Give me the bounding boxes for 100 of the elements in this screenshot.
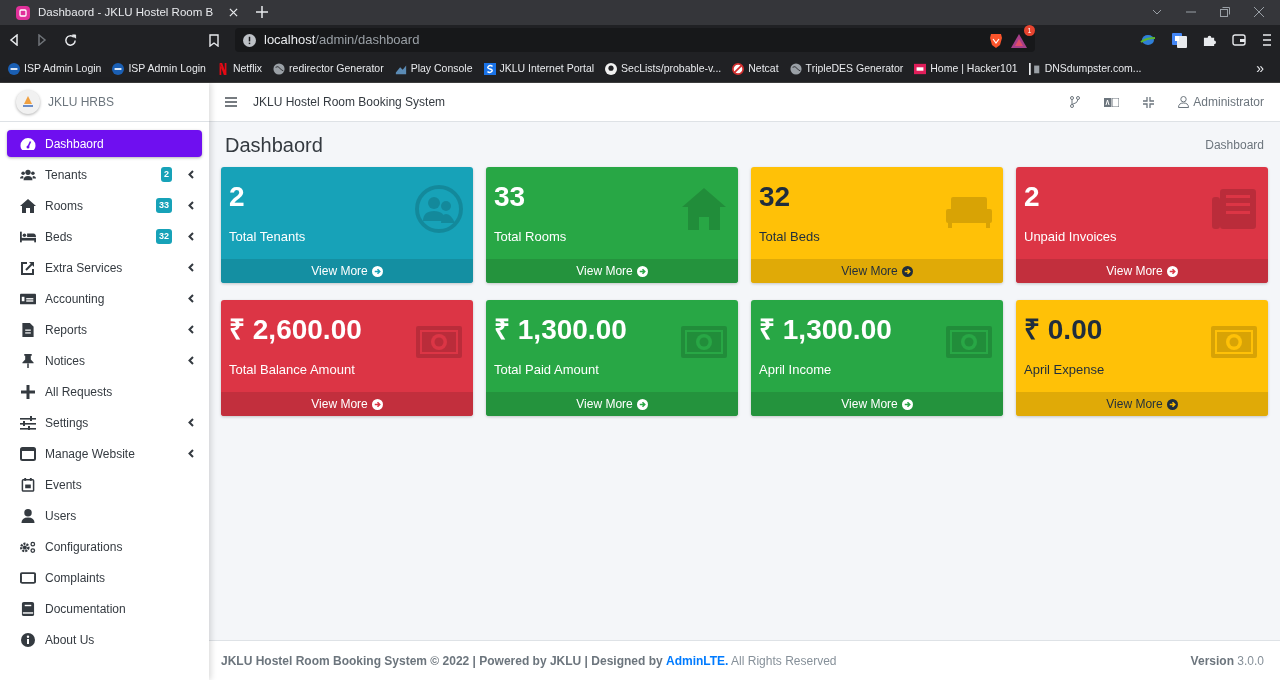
sidebar-item[interactable]: Manage Website <box>7 440 202 467</box>
stat-value: ₹ 1,300.00 <box>494 316 627 344</box>
sidebar-item[interactable]: Configurations <box>7 533 202 560</box>
document-icon[interactable] <box>1028 62 1041 75</box>
menu-icon[interactable] <box>225 97 237 107</box>
arrow-circle-icon <box>1166 398 1178 410</box>
view-more-link[interactable]: View More <box>221 259 473 283</box>
sidebar-item[interactable]: Events <box>7 471 202 498</box>
screen-icon <box>20 570 36 585</box>
more-bookmarks-button[interactable]: » <box>1256 58 1280 79</box>
reload-icon[interactable] <box>64 33 77 47</box>
bookmark-link[interactable]: TripleDES Generator <box>805 60 904 77</box>
page-title: Dashbaord <box>225 132 323 157</box>
arrow-circle-icon <box>371 265 383 277</box>
chevron-left-icon[interactable] <box>188 170 194 179</box>
view-more-link[interactable]: View More <box>751 259 1003 283</box>
sidebar-item[interactable]: Complaints <box>7 564 202 591</box>
forward-icon[interactable] <box>36 34 48 46</box>
calendar-icon <box>20 477 36 492</box>
chevron-left-icon[interactable] <box>188 325 194 334</box>
adminlte-link[interactable]: AdminLTE. <box>666 653 729 668</box>
view-more-link[interactable]: View More <box>221 392 473 416</box>
user-icon <box>20 508 36 523</box>
branch-icon[interactable] <box>1070 96 1081 108</box>
bookmark-link[interactable]: JKLU Internet Portal <box>499 60 595 77</box>
view-more-link[interactable]: View More <box>1016 392 1268 416</box>
favicon-icon <box>16 5 30 20</box>
sidebar-item[interactable]: All Requests <box>7 378 202 405</box>
sidebar-item[interactable]: Notices <box>7 347 202 374</box>
view-more-link[interactable]: View More <box>1016 259 1268 283</box>
restore-icon[interactable] <box>1220 7 1230 17</box>
stat-label: Total Beds <box>759 228 820 246</box>
sidebar-item[interactable]: Beds 32 <box>7 223 202 250</box>
bookmark-link[interactable]: ISP Admin Login <box>128 60 206 77</box>
bookmark-link[interactable]: Netcat <box>748 60 779 77</box>
stat-value: ₹ 1,300.00 <box>759 316 892 344</box>
stat-label: Total Tenants <box>229 228 306 246</box>
breadcrumb-item[interactable]: Dashboard <box>1205 135 1264 154</box>
no-entry-icon[interactable] <box>732 62 745 75</box>
arrow-circle-icon <box>901 265 913 277</box>
sidebar-item[interactable]: Tenants 2 <box>7 161 202 188</box>
circle-icon[interactable] <box>112 62 125 75</box>
square-icon[interactable] <box>483 62 496 75</box>
chevron-left-icon[interactable] <box>188 201 194 210</box>
chevron-left-icon[interactable] <box>188 449 194 458</box>
back-icon[interactable] <box>8 34 20 46</box>
square-icon[interactable] <box>914 62 927 75</box>
house-icon <box>680 185 728 233</box>
close-icon[interactable] <box>1254 7 1264 17</box>
arrow-circle-icon <box>901 398 913 410</box>
bookmark-icon[interactable] <box>209 33 219 47</box>
stat-value: ₹ 0.00 <box>1024 316 1104 344</box>
sidebar-item[interactable]: Documentation <box>7 595 202 622</box>
sidebar-item[interactable]: Extra Services <box>7 254 202 281</box>
count-badge: 32 <box>156 228 172 245</box>
bookmark-link[interactable]: Home | Hacker101 <box>930 60 1018 77</box>
bookmark-link[interactable]: DNSdumpster.com... <box>1044 60 1142 77</box>
sliders-icon <box>20 415 36 430</box>
new-tab-icon[interactable] <box>256 6 269 18</box>
sidebar-item[interactable]: About Us <box>7 626 202 653</box>
sidebar-item[interactable]: Rooms 33 <box>7 192 202 219</box>
count-badge: 33 <box>156 197 172 214</box>
external-link-icon <box>20 260 36 275</box>
users-icon <box>415 185 463 233</box>
sidebar-item[interactable]: Settings <box>7 409 202 436</box>
circle-icon[interactable] <box>8 62 20 75</box>
stat-value: 33 <box>494 183 527 211</box>
bookmark-link[interactable]: Netflix <box>232 60 263 77</box>
globe-icon[interactable] <box>1140 33 1156 47</box>
stat-label: Total Rooms <box>494 228 567 246</box>
chevron-left-icon[interactable] <box>188 294 194 303</box>
footer-text: JKLU Hostel Room Booking System © 2022 | Powered by JKLU | Designed by AdminLTE. All Rights Reserved <box>221 652 837 670</box>
stat-value: 32 <box>759 183 792 211</box>
bookmark-link[interactable]: redirector Generator <box>289 60 384 77</box>
user-menu[interactable]: Administrator <box>1178 93 1264 111</box>
bookmark-link[interactable]: Play Console <box>410 60 473 77</box>
puzzle-icon[interactable] <box>1203 33 1216 47</box>
chevron-left-icon[interactable] <box>188 356 194 365</box>
wallet-icon[interactable] <box>1232 34 1246 46</box>
view-more-link[interactable]: View More <box>486 259 738 283</box>
stat-label: Total Balance Amount <box>229 361 356 379</box>
globe-icon[interactable] <box>789 62 802 75</box>
collapse-icon[interactable] <box>1143 96 1155 108</box>
view-more-link[interactable]: View More <box>486 392 738 416</box>
sidebar-item[interactable]: Users <box>7 502 202 529</box>
sidebar-item[interactable]: Accounting <box>7 285 202 312</box>
house-icon <box>20 198 36 213</box>
view-more-link[interactable]: View More <box>751 392 1003 416</box>
chevron-left-icon[interactable] <box>188 232 194 241</box>
bookmark-link[interactable]: SecLists/probable-v... <box>621 60 722 77</box>
tab-search-icon[interactable] <box>1152 9 1162 15</box>
stat-label: April Expense <box>1024 361 1105 379</box>
sidebar-item[interactable]: Reports <box>7 316 202 343</box>
sidebar-item[interactable]: Dashbaord <box>7 130 202 157</box>
bookmark-link[interactable]: ISP Admin Login <box>24 60 102 77</box>
chevron-left-icon[interactable] <box>188 263 194 272</box>
globe-icon[interactable] <box>273 62 286 75</box>
chevron-left-icon[interactable] <box>188 418 194 427</box>
triangle-icon[interactable] <box>1011 33 1027 48</box>
gauge-icon <box>20 136 36 151</box>
